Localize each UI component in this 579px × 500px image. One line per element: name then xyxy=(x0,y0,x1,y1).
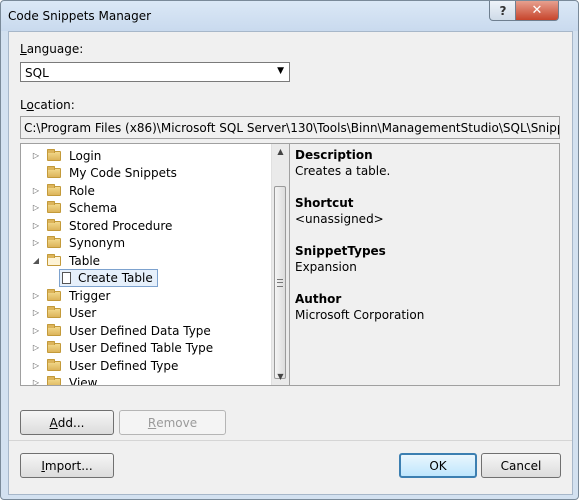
tree-item-user[interactable]: ▷ User xyxy=(21,304,96,321)
title-bar[interactable]: Code Snippets Manager ? ✕ xyxy=(1,1,578,31)
shortcut-heading: Shortcut xyxy=(295,196,354,210)
dialog-body: Language: SQL ▼ Location: C:\Program Fil… xyxy=(8,31,573,495)
snippet-types-value: Expansion xyxy=(295,260,357,274)
tree-item-synonym[interactable]: ▷ Synonym xyxy=(21,234,125,251)
folder-icon xyxy=(47,218,61,231)
expand-icon[interactable]: ▷ xyxy=(31,361,41,370)
tree-item-trigger[interactable]: ▷ Trigger xyxy=(21,287,110,304)
folder-icon xyxy=(47,323,61,336)
location-label: Location: xyxy=(20,98,75,112)
dialog-window: Code Snippets Manager ? ✕ Language: SQL … xyxy=(0,0,579,500)
dropdown-arrow-icon: ▼ xyxy=(277,66,284,76)
ok-button[interactable]: OK xyxy=(399,453,477,478)
author-value: Microsoft Corporation xyxy=(295,308,425,322)
folder-icon xyxy=(47,165,61,178)
cancel-button[interactable]: Cancel xyxy=(481,453,561,478)
remove-button[interactable]: Remove xyxy=(119,410,226,435)
folder-icon xyxy=(47,235,61,248)
grip-icon xyxy=(277,279,283,287)
expand-icon[interactable]: ▷ xyxy=(31,308,41,317)
folder-icon xyxy=(47,183,61,196)
location-path: C:\Program Files (x86)\Microsoft SQL Ser… xyxy=(24,121,560,135)
description-value: Creates a table. xyxy=(295,164,391,178)
snippet-types-heading: SnippetTypes xyxy=(295,244,386,258)
folder-icon xyxy=(47,340,61,353)
snippet-details-pane: Description Creates a table. Shortcut <u… xyxy=(290,143,560,386)
window-title: Code Snippets Manager xyxy=(8,9,152,23)
expand-icon[interactable]: ▷ xyxy=(31,203,41,212)
folder-icon xyxy=(47,200,61,213)
expand-icon[interactable]: ▷ xyxy=(31,186,41,195)
language-dropdown[interactable]: SQL ▼ xyxy=(20,62,290,82)
tree-item-table[interactable]: ◢ Table xyxy=(21,252,100,269)
shortcut-value: <unassigned> xyxy=(295,212,384,226)
scroll-thumb[interactable] xyxy=(274,186,286,379)
expand-icon[interactable]: ▷ xyxy=(31,326,41,335)
scroll-up-icon[interactable]: ▲ xyxy=(272,144,289,160)
snippet-file-icon xyxy=(62,271,71,284)
snippet-tree[interactable]: ▷ Login My Code Snippets ▷ Role ▷ Schema ▷ S… xyxy=(20,143,290,386)
expand-icon[interactable]: ▷ xyxy=(31,151,41,160)
folder-icon xyxy=(47,375,61,385)
tree-item-view[interactable]: ▷ View xyxy=(21,374,97,385)
folder-icon xyxy=(47,288,61,301)
folder-icon xyxy=(47,358,61,371)
help-button[interactable]: ? xyxy=(489,1,517,21)
language-selected: SQL xyxy=(25,66,49,80)
open-folder-icon xyxy=(47,253,61,266)
tree-item-user-defined-type[interactable]: ▷ User Defined Type xyxy=(21,357,178,374)
add-button[interactable]: Add... xyxy=(20,410,114,435)
folder-icon xyxy=(47,305,61,318)
folder-icon xyxy=(47,148,61,161)
expand-icon[interactable]: ▷ xyxy=(31,221,41,230)
expand-icon[interactable]: ▷ xyxy=(31,378,41,385)
tree-item-user-defined-data-type[interactable]: ▷ User Defined Data Type xyxy=(21,322,211,339)
tree-item-schema[interactable]: ▷ Schema xyxy=(21,199,117,216)
tree-item-role[interactable]: ▷ Role xyxy=(21,182,95,199)
separator xyxy=(9,440,572,441)
description-heading: Description xyxy=(295,148,373,162)
tree-item-my-code-snippets[interactable]: My Code Snippets xyxy=(21,164,177,181)
expand-icon[interactable]: ▷ xyxy=(31,238,41,247)
location-field[interactable]: C:\Program Files (x86)\Microsoft SQL Ser… xyxy=(20,116,560,139)
tree-item-create-table[interactable]: Create Table xyxy=(59,268,158,287)
expand-icon[interactable]: ▷ xyxy=(31,343,41,352)
tree-item-stored-procedure[interactable]: ▷ Stored Procedure xyxy=(21,217,172,234)
tree-scrollbar[interactable]: ▲ ▼ xyxy=(271,144,289,385)
tree-item-user-defined-table-type[interactable]: ▷ User Defined Table Type xyxy=(21,339,213,356)
expand-icon[interactable]: ▷ xyxy=(31,291,41,300)
selected-snippet[interactable]: Create Table xyxy=(59,268,158,287)
import-button[interactable]: Import... xyxy=(20,453,114,478)
language-label: Language: xyxy=(20,42,84,56)
scroll-down-icon[interactable]: ▼ xyxy=(272,369,289,385)
tree-item-login[interactable]: ▷ Login xyxy=(21,147,101,164)
close-button[interactable]: ✕ xyxy=(515,1,559,21)
author-heading: Author xyxy=(295,292,342,306)
collapse-icon[interactable]: ◢ xyxy=(31,256,41,265)
